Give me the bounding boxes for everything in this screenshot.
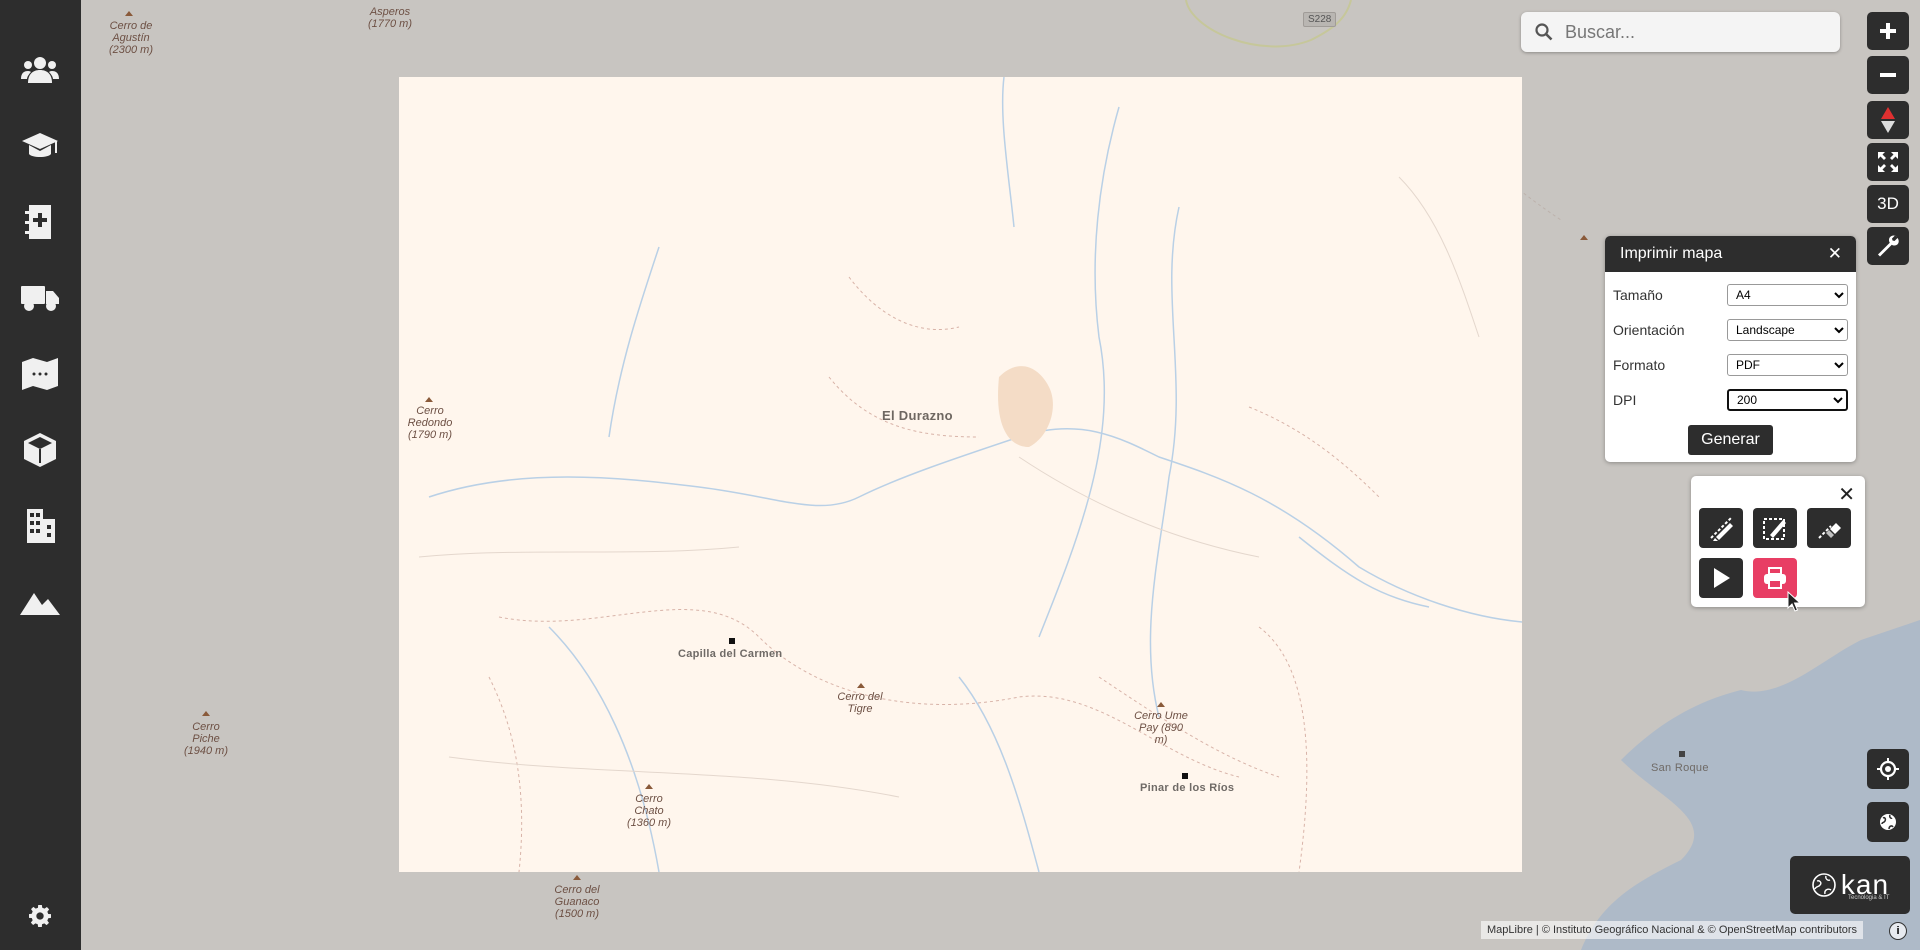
minus-icon — [1880, 73, 1896, 77]
crosshair-icon — [1877, 758, 1899, 780]
globe-icon — [1880, 814, 1896, 830]
basemap-button[interactable] — [1867, 802, 1909, 842]
peak-label-cerro-tigre: Cerro del Tigre — [837, 691, 883, 715]
sidebar-item-transport[interactable] — [15, 275, 65, 321]
print-panel-header: Imprimir mapa ✕ — [1605, 236, 1856, 272]
info-icon[interactable]: i — [1889, 922, 1907, 940]
generate-button[interactable]: Generar — [1688, 425, 1773, 455]
place-marker — [729, 638, 735, 644]
place-label-capilla: Capilla del Carmen — [678, 648, 783, 660]
graduation-cap-icon — [22, 133, 58, 157]
erase-button[interactable] — [1807, 508, 1851, 548]
orientation-label: Orientación — [1613, 322, 1685, 338]
gear-icon — [29, 905, 51, 927]
map-icon — [22, 358, 58, 390]
format-label: Formato — [1613, 357, 1666, 373]
peak-label-cerro-chato: Cerro Chato (1360 m) — [626, 793, 672, 829]
close-icon[interactable]: ✕ — [1828, 244, 1842, 264]
users-icon — [21, 57, 59, 83]
peak-marker — [125, 11, 133, 16]
globe-logo-icon — [1812, 873, 1836, 897]
draw-line-icon — [1710, 517, 1733, 541]
sidebar — [0, 0, 81, 950]
dpi-label: DPI — [1613, 392, 1637, 408]
compass-button[interactable] — [1867, 101, 1909, 139]
compass-icon — [1881, 107, 1895, 133]
peak-marker — [202, 711, 210, 716]
sidebar-item-buildings[interactable] — [15, 503, 65, 549]
medical-book-icon — [25, 205, 51, 239]
tools-panel: ✕ — [1691, 476, 1865, 607]
sidebar-item-inventory[interactable] — [15, 427, 65, 473]
tools-button[interactable] — [1867, 227, 1909, 265]
peak-label-cerro-agustin: Cerro de Agustín (2300 m) — [108, 20, 154, 56]
draw-polygon-button[interactable] — [1753, 508, 1797, 548]
sidebar-item-medical[interactable] — [15, 199, 65, 245]
peak-marker — [857, 683, 865, 688]
buildings-icon — [27, 509, 55, 543]
peak-label-cerro-ume: Cerro Ume Pay (890 m) — [1134, 710, 1188, 746]
close-icon[interactable]: ✕ — [1838, 482, 1855, 507]
sidebar-item-settings[interactable] — [15, 893, 65, 939]
print-map-panel: Imprimir mapa ✕ Tamaño A4 Orientación La… — [1605, 236, 1856, 462]
sidebar-item-map[interactable] — [15, 351, 65, 397]
peak-marker — [1580, 235, 1588, 240]
draw-polygon-icon — [1763, 518, 1786, 540]
peak-label-asperos: Asperos (1770 m) — [367, 6, 413, 30]
dpi-row: DPI 200 — [1613, 388, 1848, 412]
geolocate-button[interactable] — [1867, 749, 1909, 789]
wrench-icon — [1878, 235, 1899, 257]
play-button[interactable] — [1699, 558, 1743, 598]
place-label-pinar: Pinar de los Ríos — [1140, 782, 1235, 794]
print-panel-title: Imprimir mapa — [1620, 245, 1723, 262]
search-box[interactable] — [1521, 12, 1840, 52]
mouse-cursor-icon — [1787, 591, 1801, 612]
peak-marker — [573, 875, 581, 880]
size-row: Tamaño A4 — [1613, 283, 1848, 307]
sidebar-item-terrain[interactable] — [15, 579, 65, 625]
mountain-icon — [20, 593, 60, 615]
peak-label-cerro-piche: Cerro Piche (1940 m) — [183, 721, 229, 757]
orientation-select[interactable]: Landscape — [1727, 319, 1848, 341]
box-icon — [24, 433, 56, 467]
peak-marker — [425, 397, 433, 402]
3d-label: 3D — [1877, 194, 1899, 213]
print-area-map-features — [418, 77, 1522, 872]
place-marker — [1679, 751, 1685, 757]
place-marker — [1182, 773, 1188, 779]
map-attribution[interactable]: MapLibre | © Instituto Geográfico Nacion… — [1481, 921, 1864, 939]
sidebar-item-education[interactable] — [15, 123, 65, 169]
fullscreen-icon — [1878, 152, 1898, 172]
search-input[interactable] — [1565, 21, 1815, 43]
place-label-san-roque: San Roque — [1651, 762, 1709, 774]
orientation-row: Orientación Landscape — [1613, 318, 1848, 342]
draw-line-button[interactable] — [1699, 508, 1743, 548]
road-tag: S228 — [1303, 12, 1337, 27]
truck-icon — [21, 286, 59, 311]
print-preview-area: El Durazno Cerro Redondo (1790 m) Capill… — [399, 77, 1522, 872]
3d-toggle-button[interactable]: 3D — [1867, 185, 1909, 223]
printer-icon — [1764, 567, 1786, 589]
fullscreen-button[interactable] — [1867, 143, 1909, 181]
search-icon — [1535, 23, 1553, 41]
size-select[interactable]: A4 — [1727, 284, 1848, 306]
zoom-in-button[interactable] — [1867, 12, 1909, 50]
format-select[interactable]: PDF — [1727, 354, 1848, 376]
place-label-el-durazno: El Durazno — [882, 408, 953, 423]
eraser-icon — [1818, 523, 1841, 539]
dpi-select[interactable]: 200 — [1727, 389, 1848, 411]
sidebar-item-users[interactable] — [15, 47, 65, 93]
play-icon — [1714, 568, 1730, 588]
peak-label-cerro-guanaco: Cerro del Guanaco (1500 m) — [554, 884, 600, 920]
map-canvas[interactable]: S228 Cerro de Agustín (2300 m) Asperos (… — [81, 0, 1920, 950]
plus-icon — [1880, 23, 1896, 39]
peak-label-cerro-redondo: Cerro Redondo (1790 m) — [407, 405, 453, 441]
format-row: Formato PDF — [1613, 353, 1848, 377]
peak-marker — [645, 784, 653, 789]
logo-subtext: Tecnologia & IT — [1848, 895, 1890, 901]
kan-logo: kan Tecnologia & IT — [1790, 856, 1910, 914]
size-label: Tamaño — [1613, 287, 1663, 303]
zoom-out-button[interactable] — [1867, 56, 1909, 94]
peak-marker — [1157, 702, 1165, 707]
